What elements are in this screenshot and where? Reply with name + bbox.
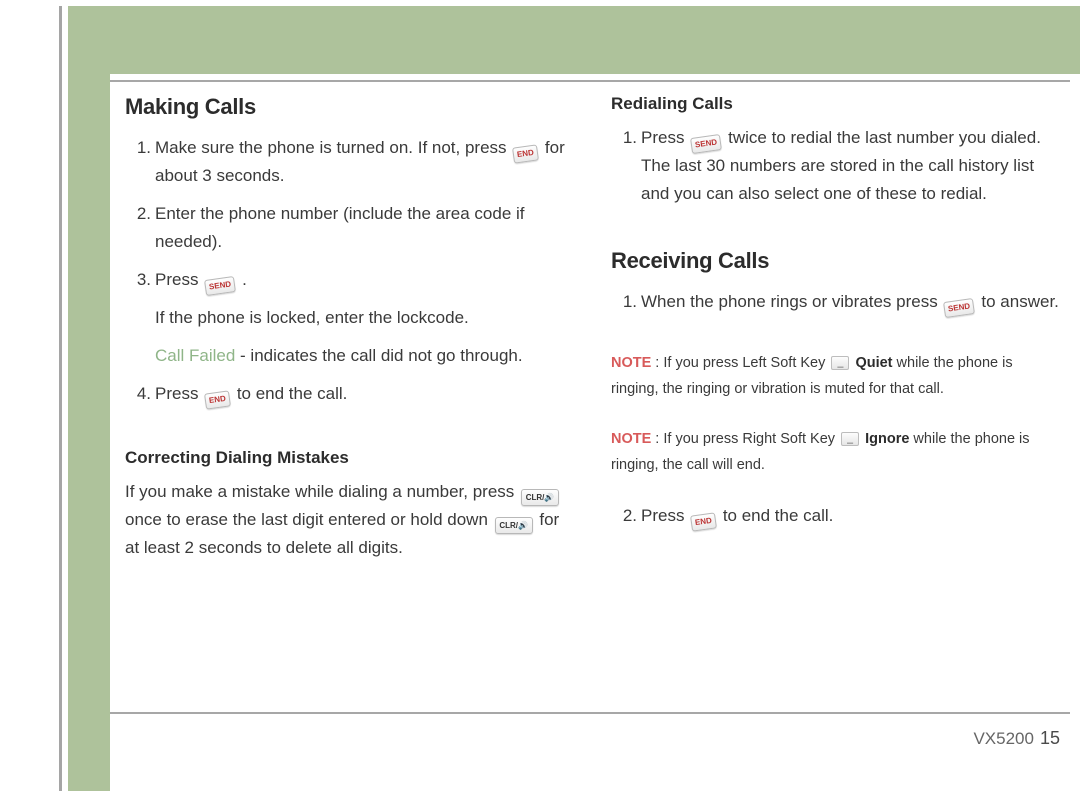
heading-receiving-calls: Receiving Calls — [611, 248, 1061, 274]
text: once to erase the last digit entered or … — [125, 510, 493, 529]
note-label: NOTE — [611, 355, 651, 371]
text: : If you press Right Soft Key — [651, 431, 839, 447]
text: If you make a mistake while dialing a nu… — [125, 482, 519, 501]
page-number: 15 — [1040, 728, 1060, 748]
text: . — [242, 270, 247, 289]
list-number: 1. — [611, 288, 637, 316]
left-green-band — [68, 6, 110, 791]
note-label: NOTE — [611, 431, 651, 447]
list-number: 1. — [611, 124, 637, 152]
text: to end the call. — [237, 384, 348, 403]
send-key-icon — [690, 134, 722, 154]
list-item: 3. Press . — [155, 266, 575, 294]
end-key-icon — [204, 390, 231, 409]
send-key-icon — [943, 298, 975, 318]
list-item: 1. Make sure the phone is turned on. If … — [155, 134, 575, 190]
right-soft-key-icon — [841, 432, 859, 446]
left-column: Making Calls 1. Make sure the phone is t… — [125, 94, 575, 562]
text: Press — [155, 270, 203, 289]
end-key-icon — [512, 144, 539, 163]
text: Press — [641, 506, 689, 525]
list-number: 2. — [125, 200, 151, 228]
top-rule — [110, 80, 1070, 82]
heading-making-calls: Making Calls — [125, 94, 575, 120]
note-2: NOTE : If you press Right Soft Key Ignor… — [611, 426, 1061, 478]
text: : If you press Left Soft Key — [651, 355, 829, 371]
list-item: 1. Press twice to redial the last number… — [641, 124, 1061, 208]
bottom-rule — [110, 712, 1070, 714]
receiving-list: 1. When the phone rings or vibrates pres… — [611, 288, 1061, 316]
list-item: 1. When the phone rings or vibrates pres… — [641, 288, 1061, 316]
manual-page: Making Calls 1. Make sure the phone is t… — [0, 0, 1080, 791]
clr-key-icon — [495, 517, 533, 534]
text: to answer. — [981, 292, 1059, 311]
locked-note: If the phone is locked, enter the lockco… — [125, 304, 575, 332]
text: Press — [641, 128, 689, 147]
quiet-label: Quiet — [855, 355, 892, 371]
list-number: 2. — [611, 502, 637, 530]
list-number: 4. — [125, 380, 151, 408]
clr-key-icon — [521, 489, 559, 506]
call-failed-label: Call Failed — [155, 346, 235, 365]
text: to end the call. — [723, 506, 834, 525]
call-failed-note: Call Failed - indicates the call did not… — [125, 342, 575, 370]
text: - indicates the call did not go through. — [235, 346, 522, 365]
right-column: Redialing Calls 1. Press twice to redial… — [611, 94, 1061, 562]
end-key-icon — [690, 512, 717, 531]
ignore-label: Ignore — [865, 431, 909, 447]
model-label: VX5200 — [973, 729, 1034, 748]
note-1: NOTE : If you press Left Soft Key Quiet … — [611, 350, 1061, 402]
left-rule — [59, 6, 62, 791]
heading-redialing: Redialing Calls — [611, 94, 1061, 114]
content-area: Making Calls 1. Make sure the phone is t… — [125, 94, 1065, 562]
header-green-bar — [110, 6, 1080, 74]
correcting-paragraph: If you make a mistake while dialing a nu… — [125, 478, 575, 562]
text: Press — [155, 384, 203, 403]
list-number: 3. — [125, 266, 151, 294]
making-calls-list-2: 4. Press to end the call. — [125, 380, 575, 408]
list-number: 1. — [125, 134, 151, 162]
text: Make sure the phone is turned on. If not… — [155, 138, 511, 157]
list-item: 2. Press to end the call. — [641, 502, 1061, 530]
redialing-list: 1. Press twice to redial the last number… — [611, 124, 1061, 208]
list-item: 2. Enter the phone number (include the a… — [155, 200, 575, 256]
left-soft-key-icon — [831, 356, 849, 370]
text: When the phone rings or vibrates press — [641, 292, 942, 311]
making-calls-list: 1. Make sure the phone is turned on. If … — [125, 134, 575, 294]
receiving-list-2: 2. Press to end the call. — [611, 502, 1061, 530]
send-key-icon — [204, 276, 236, 296]
footer-page-number: VX5200 15 — [973, 728, 1060, 749]
text: Enter the phone number (include the area… — [155, 204, 525, 251]
list-item: 4. Press to end the call. — [155, 380, 575, 408]
heading-correcting-mistakes: Correcting Dialing Mistakes — [125, 448, 575, 468]
